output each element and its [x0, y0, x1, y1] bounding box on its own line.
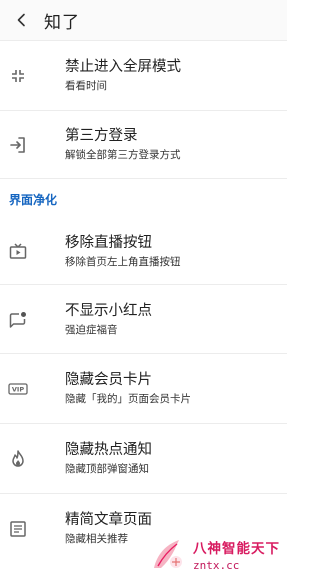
login-icon [0, 114, 36, 177]
setting-subtitle: 强迫症福音 [65, 323, 118, 336]
setting-title: 精简文章页面 [65, 512, 152, 528]
article-icon [0, 498, 36, 561]
setting-item-vip-card[interactable]: VIP 隐藏会员卡片 隐藏「我的」页面会员卡片 [0, 354, 287, 424]
svg-text:VIP: VIP [12, 386, 24, 394]
live-tv-icon [0, 221, 36, 284]
divider [0, 178, 287, 179]
setting-title: 移除直播按钮 [65, 235, 152, 251]
watermark-logo-icon [154, 540, 182, 568]
section-header: 界面净化 [9, 192, 58, 207]
setting-title: 第三方登录 [65, 128, 138, 144]
setting-subtitle: 隐藏相关推荐 [65, 533, 128, 545]
setting-title: 禁止进入全屏模式 [65, 59, 181, 75]
chevron-left-icon [17, 13, 25, 27]
vip-icon: VIP [0, 358, 36, 421]
page-title: 知了 [44, 12, 80, 33]
watermark-url: zntx.cc [193, 558, 240, 572]
setting-title: 隐藏会员卡片 [65, 372, 152, 388]
setting-item-red-dot[interactable]: 不显示小红点 强迫症福音 [0, 285, 287, 354]
setting-subtitle: 解锁全部第三方登录方式 [65, 149, 181, 161]
watermark: 八神智能天下 zntx.cc [145, 527, 287, 581]
fullscreen-exit-icon [0, 45, 36, 108]
watermark-name: 八神智能天下 [193, 540, 280, 557]
fire-icon [0, 428, 36, 491]
setting-subtitle: 看看时间 [65, 80, 107, 92]
app-bar: 知了 [0, 0, 287, 41]
setting-subtitle: 隐藏「我的」页面会员卡片 [65, 393, 191, 405]
setting-item-hot-notification[interactable]: 隐藏热点通知 隐藏顶部弹窗通知 [0, 424, 287, 494]
chat-badge-icon [0, 288, 36, 351]
setting-subtitle: 移除首页左上角直播按钮 [65, 256, 181, 268]
setting-title: 不显示小红点 [65, 302, 152, 319]
setting-subtitle: 隐藏顶部弹窗通知 [65, 463, 149, 475]
setting-item-remove-live[interactable]: 移除直播按钮 移除首页左上角直播按钮 [0, 219, 287, 285]
setting-title: 隐藏热点通知 [65, 442, 152, 458]
setting-item-fullscreen[interactable]: 禁止进入全屏模式 看看时间 [0, 41, 287, 111]
back-button[interactable] [0, 0, 44, 40]
setting-item-third-party-login[interactable]: 第三方登录 解锁全部第三方登录方式 [0, 111, 287, 179]
